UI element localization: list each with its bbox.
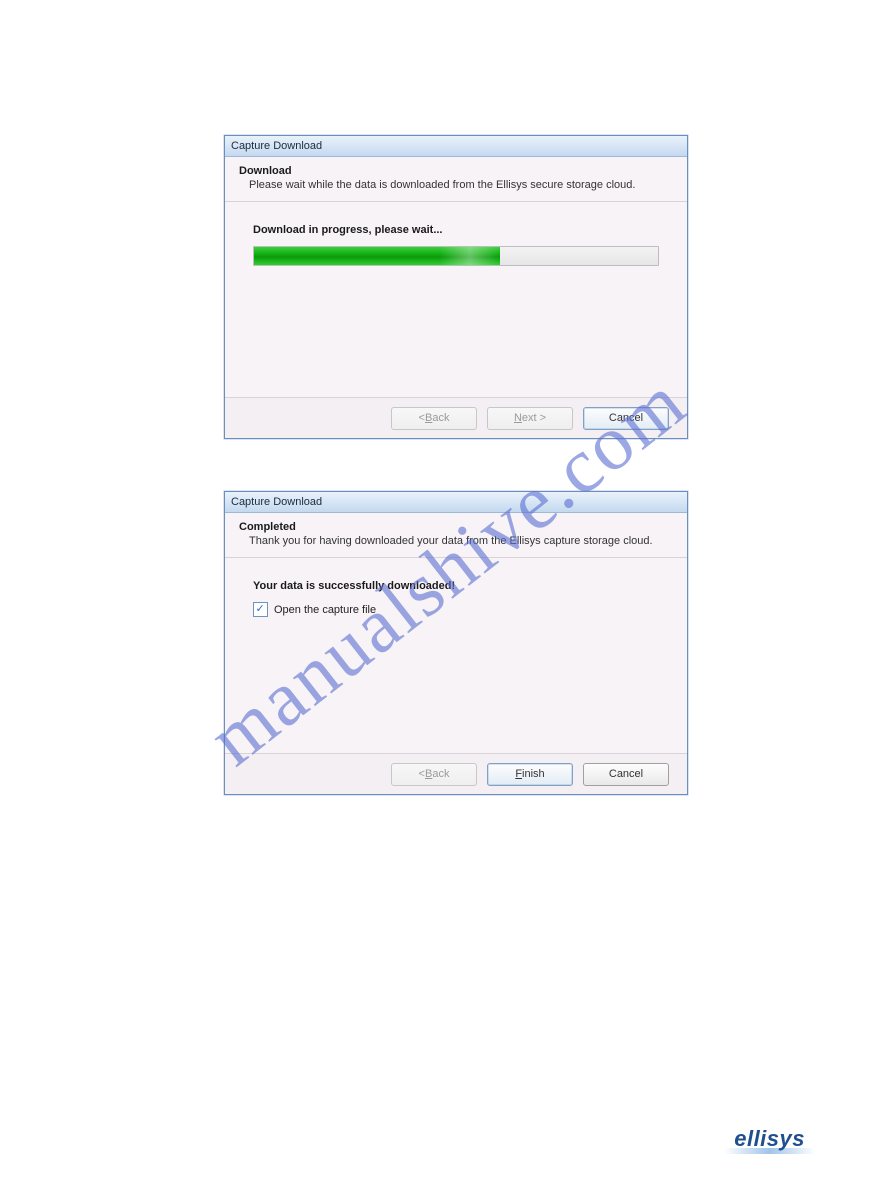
dialog-heading: Download	[239, 165, 673, 177]
progress-status-label: Download in progress, please wait...	[253, 224, 659, 236]
dialog-header: Completed Thank you for having downloade…	[225, 513, 687, 558]
next-button: Next >	[487, 407, 573, 430]
dialog-heading: Completed	[239, 521, 673, 533]
open-capture-checkbox-row[interactable]: Open the capture file	[253, 602, 659, 617]
cancel-button[interactable]: Cancel	[583, 407, 669, 430]
dialog-download-complete: Capture Download Completed Thank you for…	[224, 491, 688, 795]
dialog-titlebar[interactable]: Capture Download	[225, 136, 687, 157]
cancel-button-label: Cancel	[609, 412, 643, 424]
complete-status-label: Your data is successfully downloaded!	[253, 580, 659, 592]
dialog-content: Download in progress, please wait...	[225, 202, 687, 266]
next-button-suffix: ext >	[522, 412, 546, 424]
dialog-subheading: Please wait while the data is downloaded…	[239, 179, 673, 191]
back-button: < Back	[391, 763, 477, 786]
dialog-title: Capture Download	[231, 140, 322, 152]
dialog-footer: < Back Next > Cancel	[225, 397, 687, 438]
progress-fill	[254, 247, 500, 265]
finish-button-suffix: inish	[522, 768, 545, 780]
back-button-suffix: ack	[432, 412, 449, 424]
cancel-button[interactable]: Cancel	[583, 763, 669, 786]
dialog-download-progress: Capture Download Download Please wait wh…	[224, 135, 688, 439]
checkmark-icon	[256, 605, 266, 615]
finish-button[interactable]: Finish	[487, 763, 573, 786]
back-button: < Back	[391, 407, 477, 430]
finish-button-mnemonic: F	[515, 768, 522, 780]
back-button-suffix: ack	[432, 768, 449, 780]
dialog-footer: < Back Finish Cancel	[225, 753, 687, 794]
brand-text: ellisys	[734, 1126, 805, 1151]
dialog-content: Your data is successfully downloaded! Op…	[225, 558, 687, 617]
progress-bar	[253, 246, 659, 266]
next-button-mnemonic: N	[514, 412, 522, 424]
checkbox-label: Open the capture file	[274, 604, 376, 616]
dialog-header: Download Please wait while the data is d…	[225, 157, 687, 202]
checkbox-icon	[253, 602, 268, 617]
dialog-title: Capture Download	[231, 496, 322, 508]
cancel-button-label: Cancel	[609, 768, 643, 780]
back-button-mnemonic: B	[425, 768, 432, 780]
dialog-titlebar[interactable]: Capture Download	[225, 492, 687, 513]
back-button-mnemonic: B	[425, 412, 432, 424]
brand-logo: ellisys	[734, 1126, 805, 1152]
dialog-subheading: Thank you for having downloaded your dat…	[239, 535, 673, 547]
